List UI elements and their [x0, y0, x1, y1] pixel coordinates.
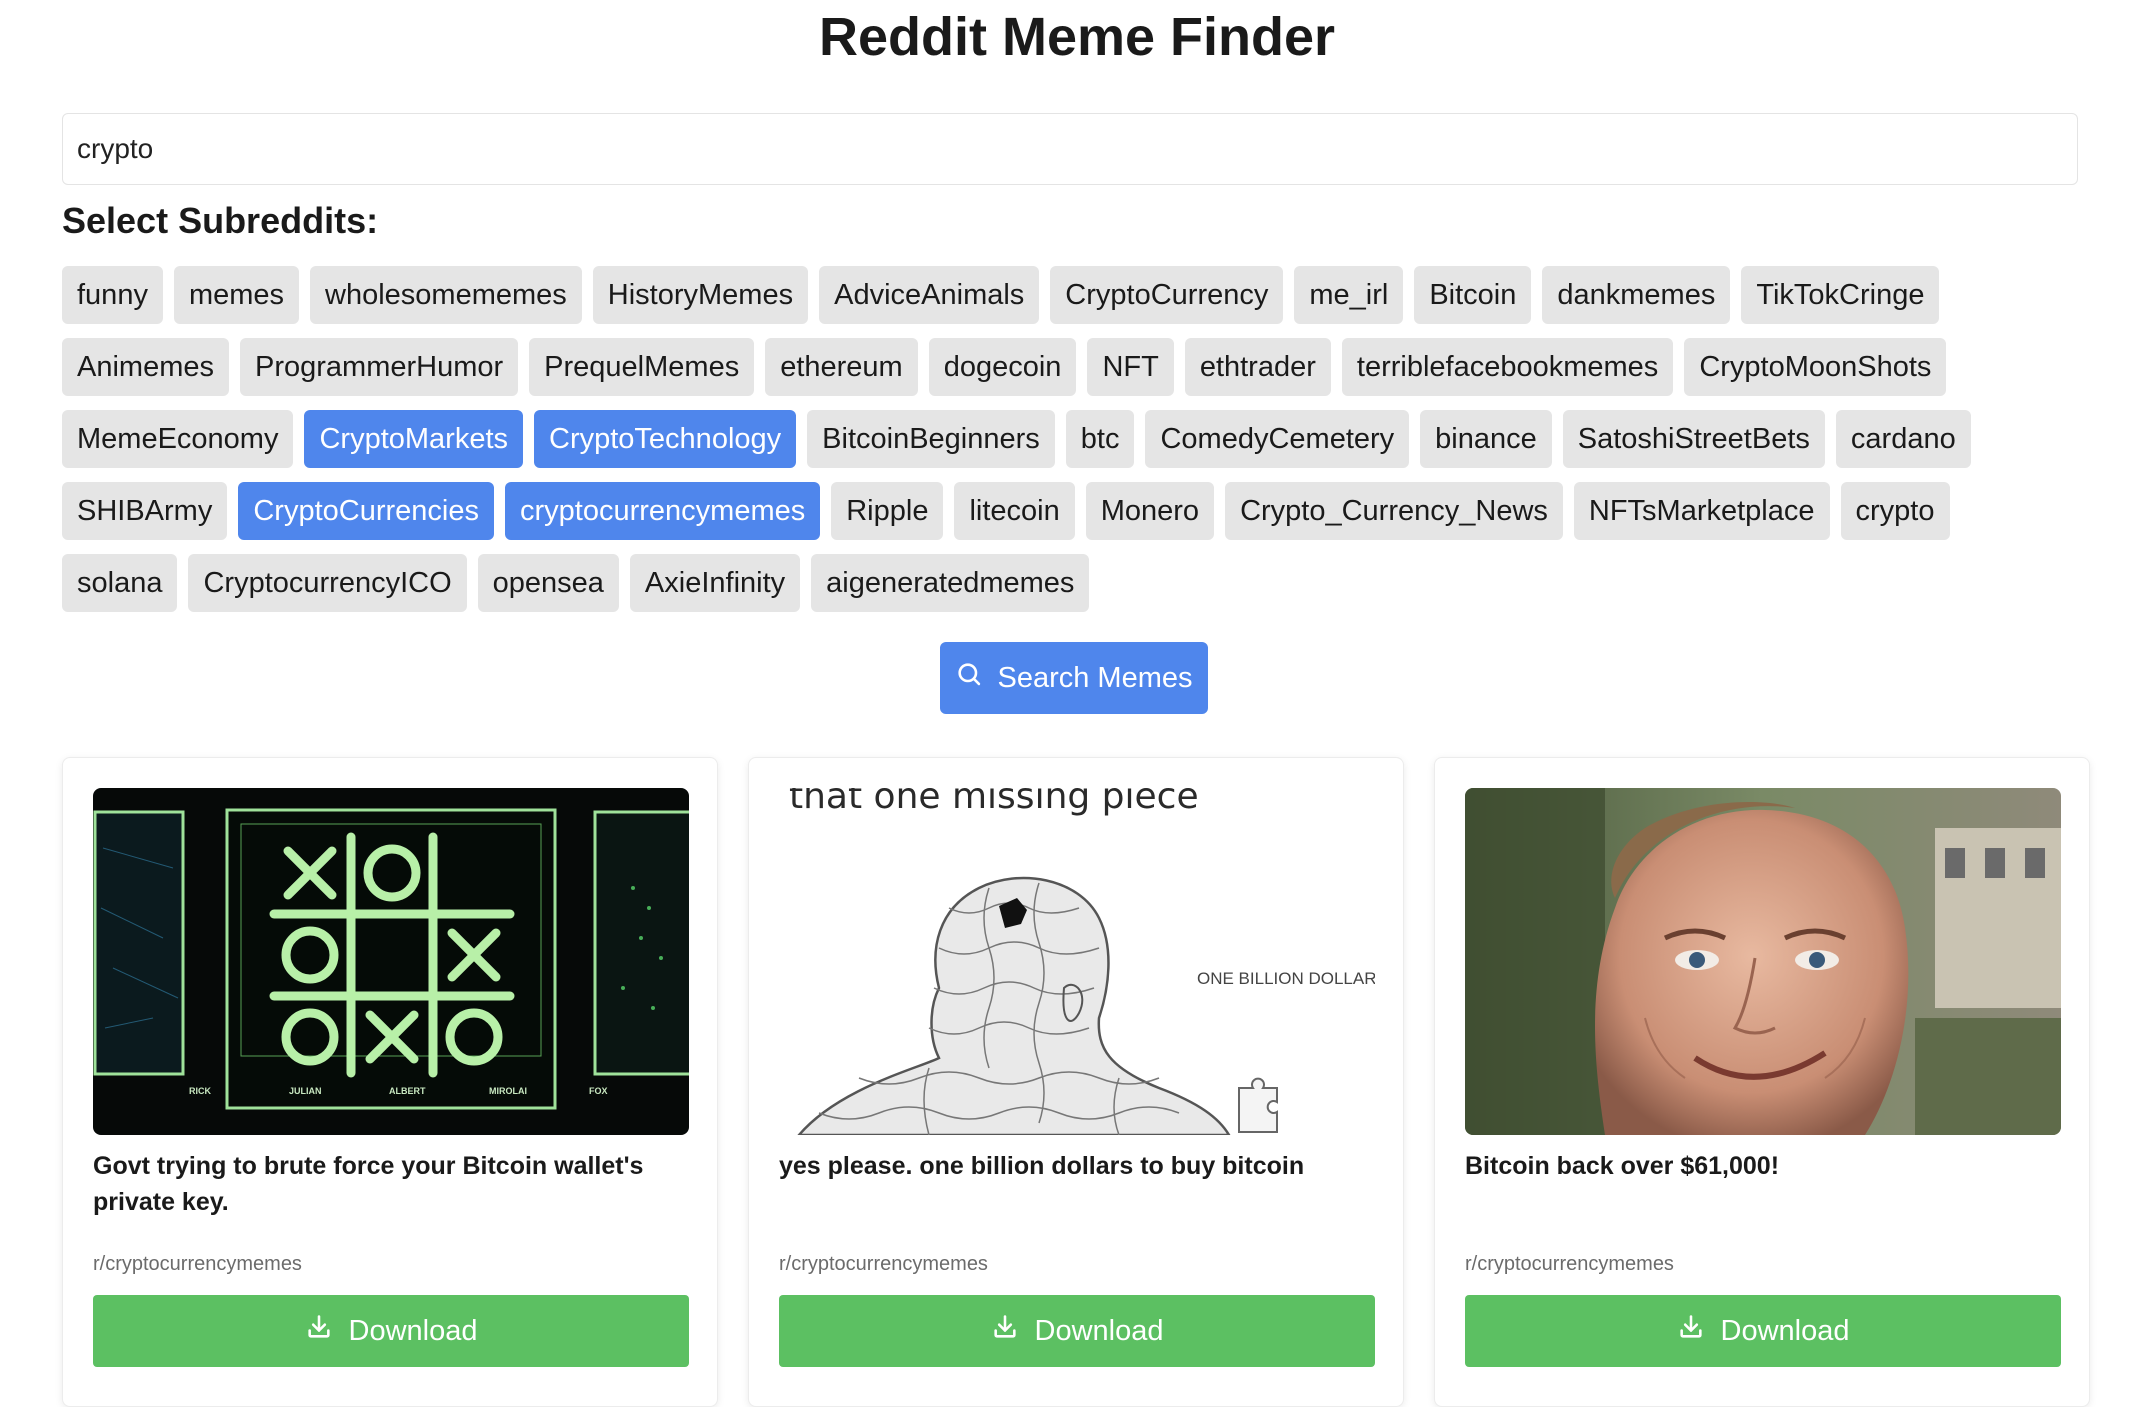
subreddit-chip-cryptomarkets[interactable]: CryptoMarkets [304, 410, 524, 468]
subreddit-chip-comedycemetery[interactable]: ComedyCemetery [1145, 410, 1410, 468]
page-title: Reddit Meme Finder [818, 7, 1336, 67]
subreddit-chip-cryptocurrencymemes[interactable]: cryptocurrencymemes [504, 482, 821, 540]
subreddit-chip-opensea[interactable]: opensea [477, 554, 619, 612]
download-button[interactable]: Download [779, 1295, 1375, 1367]
subreddit-chip-dankmemes[interactable]: dankmemes [1542, 266, 1731, 324]
subreddit-chip-adviceanimals[interactable]: AdviceAnimals [819, 266, 1040, 324]
download-icon [991, 1313, 1019, 1349]
download-label: Download [1720, 1314, 1850, 1347]
meme-subreddit: r/cryptocurrencymemes [93, 1253, 302, 1275]
subreddit-chip-bitcoinbeginners[interactable]: BitcoinBeginners [807, 410, 1055, 468]
subreddit-chip-dogecoin[interactable]: dogecoin [928, 338, 1077, 396]
meme-card: that one missing piece ONE BILLION DOLLA… [748, 757, 1404, 1407]
download-label: Download [348, 1314, 478, 1347]
subreddit-chip-memes[interactable]: memes [173, 266, 300, 324]
subreddit-chip-litecoin[interactable]: litecoin [954, 482, 1075, 540]
subreddit-chip-satoshistreetbets[interactable]: SatoshiStreetBets [1562, 410, 1825, 468]
meme-title: Govt trying to brute force your Bitcoin … [93, 1152, 644, 1216]
search-input[interactable] [62, 113, 2078, 185]
subreddit-chip-solana[interactable]: solana [62, 554, 178, 612]
subreddit-chip-btc[interactable]: btc [1065, 410, 1135, 468]
download-icon [1677, 1313, 1705, 1349]
subreddit-chip-row: solana CryptocurrencyICO opensea AxieInfini… [62, 554, 2102, 612]
subreddit-chip-crypto[interactable]: crypto [1840, 482, 1950, 540]
subreddit-chip-shibarmy[interactable]: SHIBArmy [62, 482, 228, 540]
subreddit-chip-cryptotechnology[interactable]: CryptoTechnology [534, 410, 797, 468]
download-label: Download [1034, 1314, 1164, 1347]
search-memes-label: Search Memes [997, 661, 1193, 694]
subreddit-chip-terriblefacebookmemes[interactable]: terriblefacebookmemes [1341, 338, 1674, 396]
subreddit-chip-cryptocurrency[interactable]: CryptoCurrency [1050, 266, 1284, 324]
subreddit-chip-cryptocurrencyico[interactable]: CryptocurrencyICO [188, 554, 467, 612]
subreddit-chip-axieinfinity[interactable]: AxieInfinity [629, 554, 801, 612]
page: Reddit Meme Finder Select Subreddits: fu… [0, 0, 2154, 1407]
subreddit-chip-nftsmarketplace[interactable]: NFTsMarketplace [1573, 482, 1830, 540]
subreddit-chip-wholesomememes[interactable]: wholesomememes [310, 266, 582, 324]
download-button[interactable]: Download [93, 1295, 689, 1367]
image-label: MIROLAI [489, 1086, 527, 1096]
subreddit-chip-tiktokcringe[interactable]: TikTokCringe [1741, 266, 1940, 324]
meme-card: RICK JULIAN ALBERT MIROLAI FOX Govt trying t… [62, 757, 718, 1407]
subreddit-chip-aigeneratedmemes[interactable]: aigeneratedmemes [811, 554, 1090, 612]
subreddit-chip-row: SHIBArmy CryptoCurrencies cryptocurrencyme… [62, 482, 2102, 540]
meme-card: Bitcoin back over $61,000! r/cryptocurre… [1434, 757, 2090, 1407]
image-label: ALBERT [389, 1086, 426, 1096]
meme-subreddit: r/cryptocurrencymemes [1465, 1253, 1674, 1275]
image-label: JULIAN [289, 1086, 322, 1096]
subreddit-chip-cryptomoonshots[interactable]: CryptoMoonShots [1684, 338, 1947, 396]
download-button[interactable]: Download [1465, 1295, 2061, 1367]
subreddit-chip-nft[interactable]: NFT [1087, 338, 1174, 396]
image-caption: that one missing piece [789, 788, 1199, 817]
subreddit-chip-row: funny memes wholesomememes HistoryMemes Advi… [62, 266, 2102, 324]
subreddit-chip-ethtrader[interactable]: ethtrader [1184, 338, 1331, 396]
subreddit-chip-prequelmemes[interactable]: PrequelMemes [529, 338, 755, 396]
image-corner-text: ONE BILLION DOLLARS [1197, 969, 1375, 988]
search-icon [955, 660, 983, 696]
subreddit-chip-ripple[interactable]: Ripple [831, 482, 944, 540]
meme-title: yes please. one billion dollars to buy b… [779, 1152, 1305, 1180]
subreddit-chip-cryptocurrencies[interactable]: CryptoCurrencies [238, 482, 494, 540]
subreddit-chip-memeeconomy[interactable]: MemeEconomy [62, 410, 294, 468]
subreddit-chip-crypto-currency-news[interactable]: Crypto_Currency_News [1225, 482, 1563, 540]
subreddit-chip-row: MemeEconomy CryptoMarkets CryptoTechnology… [62, 410, 2102, 468]
subreddit-chip-me-irl[interactable]: me_irl [1294, 266, 1404, 324]
subreddit-chip-ethereum[interactable]: ethereum [765, 338, 918, 396]
meme-image-portrait[interactable] [1465, 788, 2061, 1135]
image-label: FOX [589, 1086, 608, 1096]
download-icon [305, 1313, 333, 1349]
meme-image-puzzle[interactable]: that one missing piece ONE BILLION DOLLA… [779, 788, 1375, 1135]
subreddit-chip-animemes[interactable]: Animemes [62, 338, 229, 396]
subreddit-chip-funny[interactable]: funny [62, 266, 163, 324]
meme-subreddit: r/cryptocurrencymemes [779, 1253, 988, 1275]
image-label: RICK [189, 1086, 211, 1096]
subreddit-chip-list: funny memes wholesomememes HistoryMemes Advi… [62, 266, 2102, 626]
meme-title: Bitcoin back over $61,000! [1465, 1152, 1780, 1180]
search-memes-button[interactable]: Search Memes [940, 642, 1208, 714]
subreddit-chip-binance[interactable]: binance [1420, 410, 1552, 468]
subreddits-heading: Select Subreddits: [62, 200, 379, 241]
subreddit-chip-monero[interactable]: Monero [1085, 482, 1215, 540]
subreddit-chip-bitcoin[interactable]: Bitcoin [1414, 266, 1532, 324]
subreddit-chip-cardano[interactable]: cardano [1835, 410, 1971, 468]
subreddit-chip-row: Animemes ProgrammerHumor PrequelMemes ether… [62, 338, 2102, 396]
subreddit-chip-programmerhumor[interactable]: ProgrammerHumor [240, 338, 519, 396]
subreddit-chip-historymemes[interactable]: HistoryMemes [592, 266, 809, 324]
meme-image-tictactoe[interactable]: RICK JULIAN ALBERT MIROLAI FOX [93, 788, 689, 1135]
